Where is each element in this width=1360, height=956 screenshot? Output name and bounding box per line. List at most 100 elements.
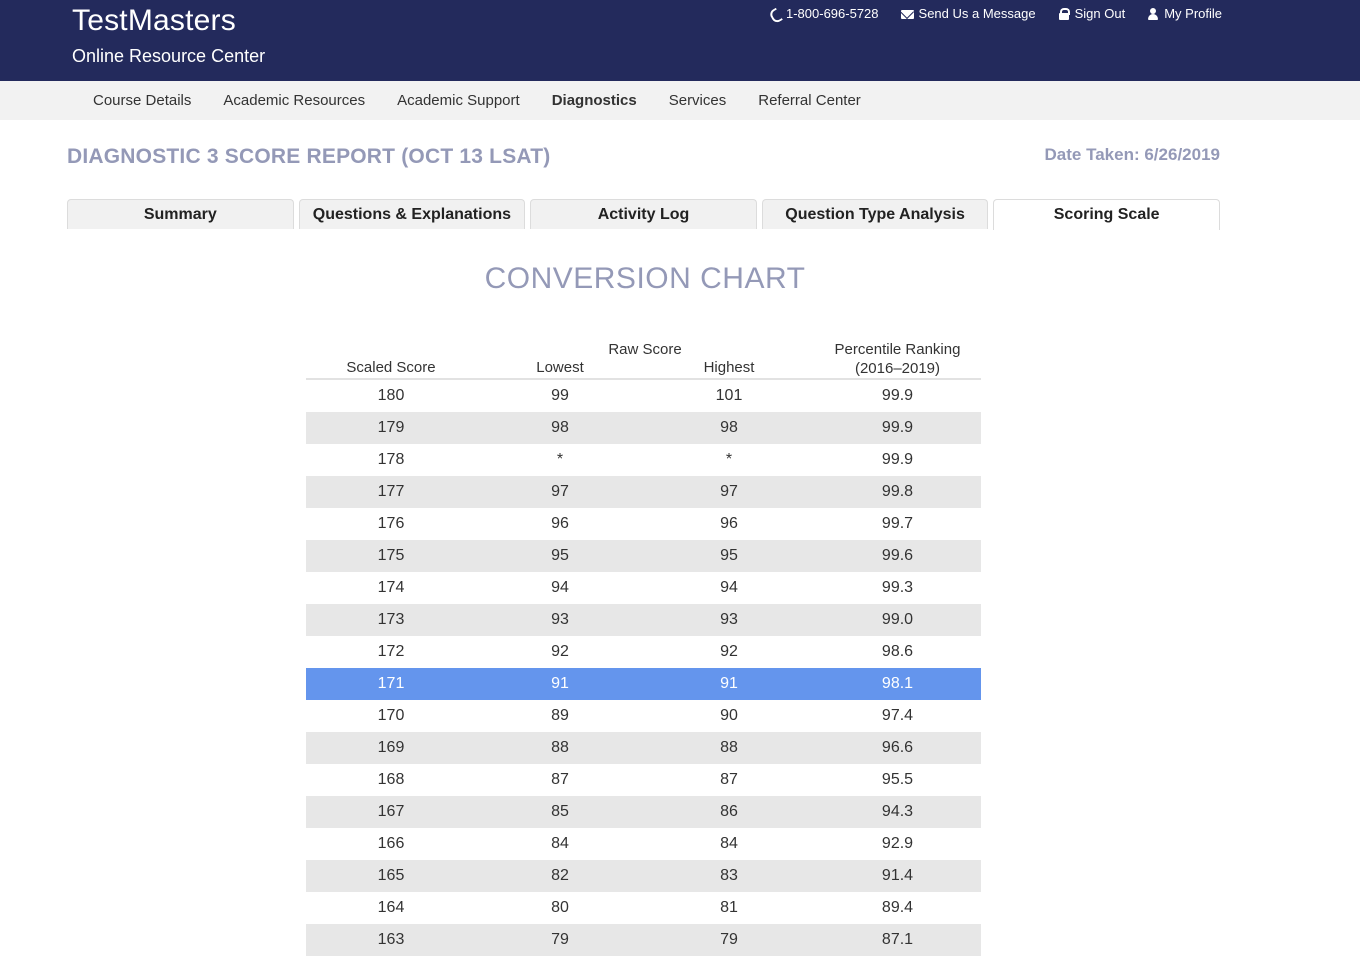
nav-services[interactable]: Services <box>653 92 743 109</box>
table-row-highlighted: 171 91 91 98.1 <box>306 668 981 700</box>
table-row: 167 85 86 94.3 <box>306 796 981 828</box>
scaled-score-cell: 169 <box>377 739 405 756</box>
scaled-score-cell: 180 <box>377 387 405 404</box>
raw-lowest-cell: 95 <box>551 547 569 564</box>
tab-activity-log[interactable]: Activity Log <box>530 199 757 229</box>
table-row: 175 95 95 99.6 <box>306 540 981 572</box>
percentile-cell: 96.6 <box>881 739 914 756</box>
table-row: 164 80 81 89.4 <box>306 892 981 924</box>
envelope-icon <box>900 10 914 19</box>
raw-highest-cell: 98 <box>720 419 738 436</box>
raw-highest-cell: 91 <box>720 675 738 692</box>
header-highest: Highest <box>703 359 755 376</box>
raw-highest-cell: 96 <box>720 515 738 532</box>
my-profile-label: My Profile <box>1164 6 1222 21</box>
phone-link[interactable]: 1-800-696-5728 <box>769 6 879 21</box>
report-tabs: Summary Questions & Explanations Activit… <box>67 199 1220 230</box>
raw-highest-cell: * <box>725 451 733 468</box>
table-row: 174 94 94 99.3 <box>306 572 981 604</box>
raw-lowest-cell: 94 <box>551 579 569 596</box>
nav-referral-center[interactable]: Referral Center <box>742 92 877 109</box>
raw-highest-cell: 79 <box>720 931 738 948</box>
nav-diagnostics[interactable]: Diagnostics <box>536 92 653 109</box>
percentile-cell: 99.0 <box>881 611 914 628</box>
conversion-table: Scaled Score Raw Score Lowest Highest Pe… <box>306 338 981 956</box>
scaled-score-cell: 167 <box>377 803 405 820</box>
scaled-score-cell: 178 <box>377 451 405 468</box>
percentile-cell: 94.3 <box>881 803 914 820</box>
scaled-score-cell: 176 <box>377 515 405 532</box>
raw-lowest-cell: 88 <box>551 739 569 756</box>
conversion-chart-title: CONVERSION CHART <box>484 262 806 295</box>
nav-academic-support[interactable]: Academic Support <box>381 92 536 109</box>
sign-out-link[interactable]: Sign Out <box>1058 6 1126 21</box>
header-percentile-line1: Percentile Ranking <box>834 341 961 358</box>
raw-highest-cell: 101 <box>715 387 743 404</box>
table-row: 177 97 97 99.8 <box>306 476 981 508</box>
raw-lowest-cell: 96 <box>551 515 569 532</box>
table-row: 166 84 84 92.9 <box>306 828 981 860</box>
lock-icon <box>1058 7 1070 20</box>
scaled-score-cell: 170 <box>377 707 405 724</box>
percentile-cell: 99.9 <box>881 419 914 436</box>
sign-out-label: Sign Out <box>1074 6 1126 21</box>
raw-lowest-cell: 91 <box>551 675 569 692</box>
percentile-cell: 99.8 <box>881 483 914 500</box>
raw-highest-cell: 81 <box>720 899 738 916</box>
my-profile-link[interactable]: My Profile <box>1147 6 1222 21</box>
scaled-score-cell: 175 <box>377 547 405 564</box>
raw-lowest-cell: 82 <box>551 867 569 884</box>
raw-highest-cell: 88 <box>720 739 738 756</box>
tab-questions-explanations[interactable]: Questions & Explanations <box>298 199 526 229</box>
percentile-cell: 89.4 <box>881 899 914 916</box>
raw-highest-cell: 84 <box>720 835 738 852</box>
scaled-score-cell: 174 <box>377 579 405 596</box>
percentile-cell: 95.5 <box>881 771 914 788</box>
scaled-score-cell: 166 <box>377 835 405 852</box>
percentile-cell: 92.9 <box>881 835 914 852</box>
table-row: 169 88 88 96.6 <box>306 732 981 764</box>
brand-title[interactable]: TestMasters <box>72 4 236 38</box>
percentile-cell: 99.7 <box>881 515 914 532</box>
raw-lowest-cell: 80 <box>551 899 569 916</box>
table-header: Scaled Score Raw Score Lowest Highest Pe… <box>306 338 981 380</box>
table-row: 172 92 92 98.6 <box>306 636 981 668</box>
table-row: 165 82 83 91.4 <box>306 860 981 892</box>
percentile-cell: 98.1 <box>881 675 914 692</box>
table-row: 168 87 87 95.5 <box>306 764 981 796</box>
raw-highest-cell: 86 <box>720 803 738 820</box>
percentile-cell: 99.6 <box>881 547 914 564</box>
raw-highest-cell: 83 <box>720 867 738 884</box>
site-header: TestMasters Online Resource Center 1-800… <box>0 0 1360 81</box>
percentile-cell: 99.9 <box>881 387 914 404</box>
header-raw-score: Raw Score <box>608 341 682 358</box>
phone-link-label: 1-800-696-5728 <box>786 6 879 21</box>
percentile-cell: 97.4 <box>881 707 914 724</box>
nav-academic-resources[interactable]: Academic Resources <box>207 92 381 109</box>
table-row: 170 89 90 97.4 <box>306 700 981 732</box>
raw-lowest-cell: 99 <box>551 387 569 404</box>
top-links: 1-800-696-5728 Send Us a Message Sign Ou… <box>769 6 1222 21</box>
scaled-score-cell: 168 <box>377 771 405 788</box>
header-percentile: Percentile Ranking (2016–2019) <box>814 340 981 378</box>
raw-highest-cell: 92 <box>720 643 738 660</box>
tab-question-type-analysis[interactable]: Question Type Analysis <box>761 199 989 229</box>
send-message-link[interactable]: Send Us a Message <box>900 6 1036 21</box>
table-row: 163 79 79 87.1 <box>306 924 981 956</box>
scaled-score-cell: 171 <box>377 675 405 692</box>
tab-scoring-scale[interactable]: Scoring Scale <box>993 199 1220 230</box>
header-percentile-line2: (2016–2019) <box>854 360 941 377</box>
user-icon <box>1147 7 1159 20</box>
scaled-score-cell: 165 <box>377 867 405 884</box>
scaled-score-cell: 177 <box>377 483 405 500</box>
nav-course-details[interactable]: Course Details <box>77 92 207 109</box>
scaled-score-cell: 172 <box>377 643 405 660</box>
percentile-cell: 87.1 <box>881 931 914 948</box>
table-row: 173 93 93 99.0 <box>306 604 981 636</box>
header-lowest: Lowest <box>536 359 584 376</box>
raw-lowest-cell: 93 <box>551 611 569 628</box>
tab-summary[interactable]: Summary <box>67 199 294 229</box>
brand-subtitle: Online Resource Center <box>72 46 266 66</box>
scaled-score-cell: 164 <box>377 899 405 916</box>
table-row: 176 96 96 99.7 <box>306 508 981 540</box>
